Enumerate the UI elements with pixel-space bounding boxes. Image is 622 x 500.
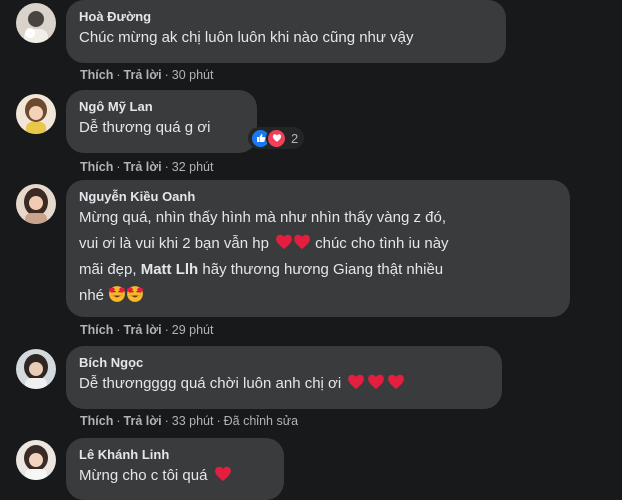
avatar[interactable] bbox=[16, 184, 56, 224]
comment-actions: Thích · Trả lời · 29 phút bbox=[80, 323, 214, 337]
love-reaction-icon bbox=[266, 127, 287, 149]
heart-emoji-icon bbox=[347, 373, 365, 391]
mention-link[interactable]: Matt Llh bbox=[141, 261, 199, 278]
comment-time[interactable]: 32 phút bbox=[172, 160, 214, 174]
heart-emoji-icon bbox=[214, 465, 232, 483]
heart-emoji-icon bbox=[275, 233, 293, 251]
like-button[interactable]: Thích bbox=[80, 414, 113, 428]
avatar[interactable] bbox=[16, 3, 56, 43]
comment-text: Mừng quá, nhìn thấy hình mà như nhìn thấ… bbox=[79, 209, 449, 304]
like-button[interactable]: Thích bbox=[80, 160, 113, 174]
avatar[interactable] bbox=[16, 440, 56, 480]
comment-bubble: Hoà Đường Chúc mừng ak chị luôn luôn khi… bbox=[66, 0, 506, 63]
like-button[interactable]: Thích bbox=[80, 323, 113, 337]
avatar[interactable] bbox=[16, 94, 56, 134]
comment-time[interactable]: 30 phút bbox=[172, 68, 214, 82]
comment-actions: Thích · Trả lời · 30 phút bbox=[80, 68, 214, 82]
comment-author[interactable]: Nguyễn Kiều Oanh bbox=[79, 188, 557, 205]
edited-label[interactable]: Đã chỉnh sửa bbox=[224, 414, 298, 428]
comment-bubble: Lê Khánh Linh Mừng cho c tôi quá bbox=[66, 438, 284, 500]
comment-author[interactable]: Lê Khánh Linh bbox=[79, 446, 271, 463]
heart-emoji-icon bbox=[293, 233, 311, 251]
comment-author[interactable]: Hoà Đường bbox=[79, 8, 493, 25]
comment-actions: Thích · Trả lời · 33 phút · Đã chỉnh sửa bbox=[80, 414, 299, 428]
heart-emoji-icon bbox=[367, 373, 385, 391]
comment-text: Mừng cho c tôi quá bbox=[79, 463, 271, 489]
like-button[interactable]: Thích bbox=[80, 68, 113, 82]
comment-time[interactable]: 29 phút bbox=[172, 323, 214, 337]
comment-bubble: Nguyễn Kiều Oanh Mừng quá, nhìn thấy hìn… bbox=[66, 180, 570, 317]
comment-text: Dễ thươngggg quá chời luôn anh chị ơi bbox=[79, 371, 489, 397]
reply-button[interactable]: Trả lời bbox=[124, 160, 162, 174]
comment-text: Dễ thương quá g ơi bbox=[79, 119, 211, 136]
smiling-face-hearts-icon bbox=[126, 285, 144, 303]
comment-bubble: Bích Ngọc Dễ thươngggg quá chời luôn anh… bbox=[66, 346, 502, 409]
comment-author[interactable]: Ngô Mỹ Lan bbox=[79, 98, 244, 115]
comment-text: Chúc mừng ak chị luôn luôn khi nào cũng … bbox=[79, 29, 414, 46]
reply-button[interactable]: Trả lời bbox=[124, 323, 162, 337]
reaction-summary[interactable]: 2 bbox=[248, 127, 305, 149]
reaction-count: 2 bbox=[291, 130, 299, 146]
heart-emoji-icon bbox=[387, 373, 405, 391]
comment-author[interactable]: Bích Ngọc bbox=[79, 354, 489, 371]
reply-button[interactable]: Trả lời bbox=[124, 68, 162, 82]
smiling-face-hearts-icon bbox=[108, 285, 126, 303]
comment-bubble: Ngô Mỹ Lan Dễ thương quá g ơi bbox=[66, 90, 257, 153]
comment-time[interactable]: 33 phút bbox=[172, 414, 214, 428]
comment-actions: Thích · Trả lời · 32 phút bbox=[80, 160, 214, 174]
avatar[interactable] bbox=[16, 349, 56, 389]
reply-button[interactable]: Trả lời bbox=[124, 414, 162, 428]
